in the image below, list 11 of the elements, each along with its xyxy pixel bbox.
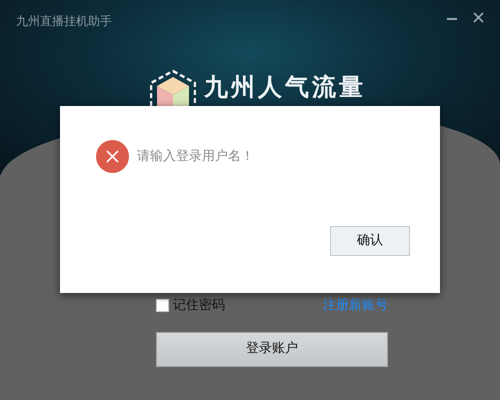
window-title: 九州直播挂机助手	[16, 13, 112, 30]
close-icon[interactable]	[473, 12, 484, 23]
remember-password-label: 记住密码	[173, 297, 225, 315]
logo-title: 九州人气流量	[204, 74, 366, 100]
confirm-button[interactable]: 确认	[330, 226, 410, 256]
error-icon	[96, 140, 129, 173]
cube-logo-icon	[150, 70, 196, 106]
minimize-icon[interactable]	[447, 18, 457, 21]
error-message: 请输入登录用户名！	[137, 148, 254, 166]
login-button[interactable]: 登录账户	[156, 332, 388, 366]
remember-checkbox[interactable]	[156, 299, 169, 312]
